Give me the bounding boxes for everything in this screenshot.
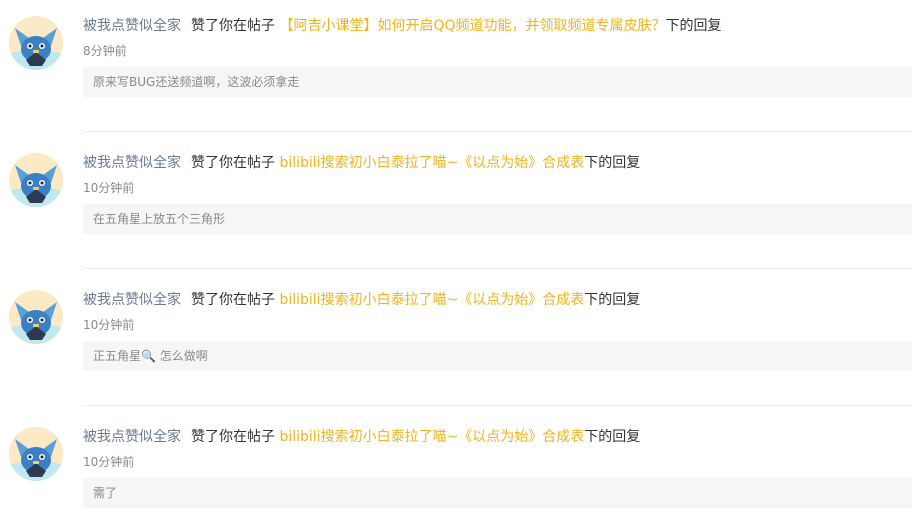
- notification-header: 被我点赞似全家 赞了你在帖子 bilibili搜索初小白泰拉了喵~《以点为始》合成…: [83, 427, 640, 447]
- liker-username-link[interactable]: 被我点赞似全家: [83, 155, 181, 171]
- reply-quote[interactable]: 在五角星上放五个三角形: [83, 204, 912, 234]
- blue-creature-avatar-icon: [9, 290, 63, 344]
- suffix-text: 下的回复: [584, 429, 641, 445]
- notification-header: 被我点赞似全家 赞了你在帖子 bilibili搜索初小白泰拉了喵~《以点为始》合成…: [83, 290, 640, 310]
- like-notification-feed: 被我点赞似全家 赞了你在帖子 【阿吉小课堂】如何开启QQ频道功能，并领取频道专属皮…: [0, 0, 912, 528]
- suffix-text: 下的回复: [584, 155, 641, 171]
- user-avatar[interactable]: [9, 16, 63, 70]
- post-title-link[interactable]: 【阿吉小课堂】如何开启QQ频道功能，并领取频道专属皮肤？: [279, 18, 665, 34]
- liker-username-link[interactable]: 被我点赞似全家: [83, 18, 181, 34]
- notification-header: 被我点赞似全家 赞了你在帖子 【阿吉小课堂】如何开启QQ频道功能，并领取频道专属皮…: [83, 16, 722, 36]
- post-title-link[interactable]: bilibili搜索初小白泰拉了喵~《以点为始》合成表: [279, 292, 584, 308]
- timestamp: 10分钟前: [83, 318, 135, 332]
- divider: [83, 131, 912, 132]
- timestamp: 8分钟前: [83, 44, 127, 58]
- blue-creature-avatar-icon: [9, 153, 63, 207]
- blue-creature-avatar-icon: [9, 427, 63, 481]
- action-text: 赞了你在帖子: [191, 155, 275, 171]
- notification-item: 被我点赞似全家 赞了你在帖子 【阿吉小课堂】如何开启QQ频道功能，并领取频道专属皮…: [0, 0, 912, 137]
- notification-item: 被我点赞似全家 赞了你在帖子 bilibili搜索初小白泰拉了喵~《以点为始》合成…: [0, 137, 912, 274]
- reply-quote[interactable]: 原来写BUG还送频道啊，这波必须拿走: [83, 67, 912, 97]
- notification-header: 被我点赞似全家 赞了你在帖子 bilibili搜索初小白泰拉了喵~《以点为始》合成…: [83, 153, 640, 173]
- notification-item: 被我点赞似全家 赞了你在帖子 bilibili搜索初小白泰拉了喵~《以点为始》合成…: [0, 411, 912, 528]
- reply-quote[interactable]: 需了: [83, 478, 912, 508]
- notification-item: 被我点赞似全家 赞了你在帖子 bilibili搜索初小白泰拉了喵~《以点为始》合成…: [0, 274, 912, 411]
- user-avatar[interactable]: [9, 427, 63, 481]
- user-avatar[interactable]: [9, 153, 63, 207]
- suffix-text: 下的回复: [665, 18, 722, 34]
- divider: [83, 268, 912, 269]
- timestamp: 10分钟前: [83, 181, 135, 195]
- action-text: 赞了你在帖子: [191, 18, 275, 34]
- liker-username-link[interactable]: 被我点赞似全家: [83, 292, 181, 308]
- divider: [83, 405, 912, 406]
- liker-username-link[interactable]: 被我点赞似全家: [83, 429, 181, 445]
- action-text: 赞了你在帖子: [191, 429, 275, 445]
- action-text: 赞了你在帖子: [191, 292, 275, 308]
- reply-quote[interactable]: 正五角星🔍 怎么做啊: [83, 341, 912, 371]
- blue-creature-avatar-icon: [9, 16, 63, 70]
- suffix-text: 下的回复: [584, 292, 641, 308]
- user-avatar[interactable]: [9, 290, 63, 344]
- timestamp: 10分钟前: [83, 455, 135, 469]
- post-title-link[interactable]: bilibili搜索初小白泰拉了喵~《以点为始》合成表: [279, 155, 584, 171]
- post-title-link[interactable]: bilibili搜索初小白泰拉了喵~《以点为始》合成表: [279, 429, 584, 445]
